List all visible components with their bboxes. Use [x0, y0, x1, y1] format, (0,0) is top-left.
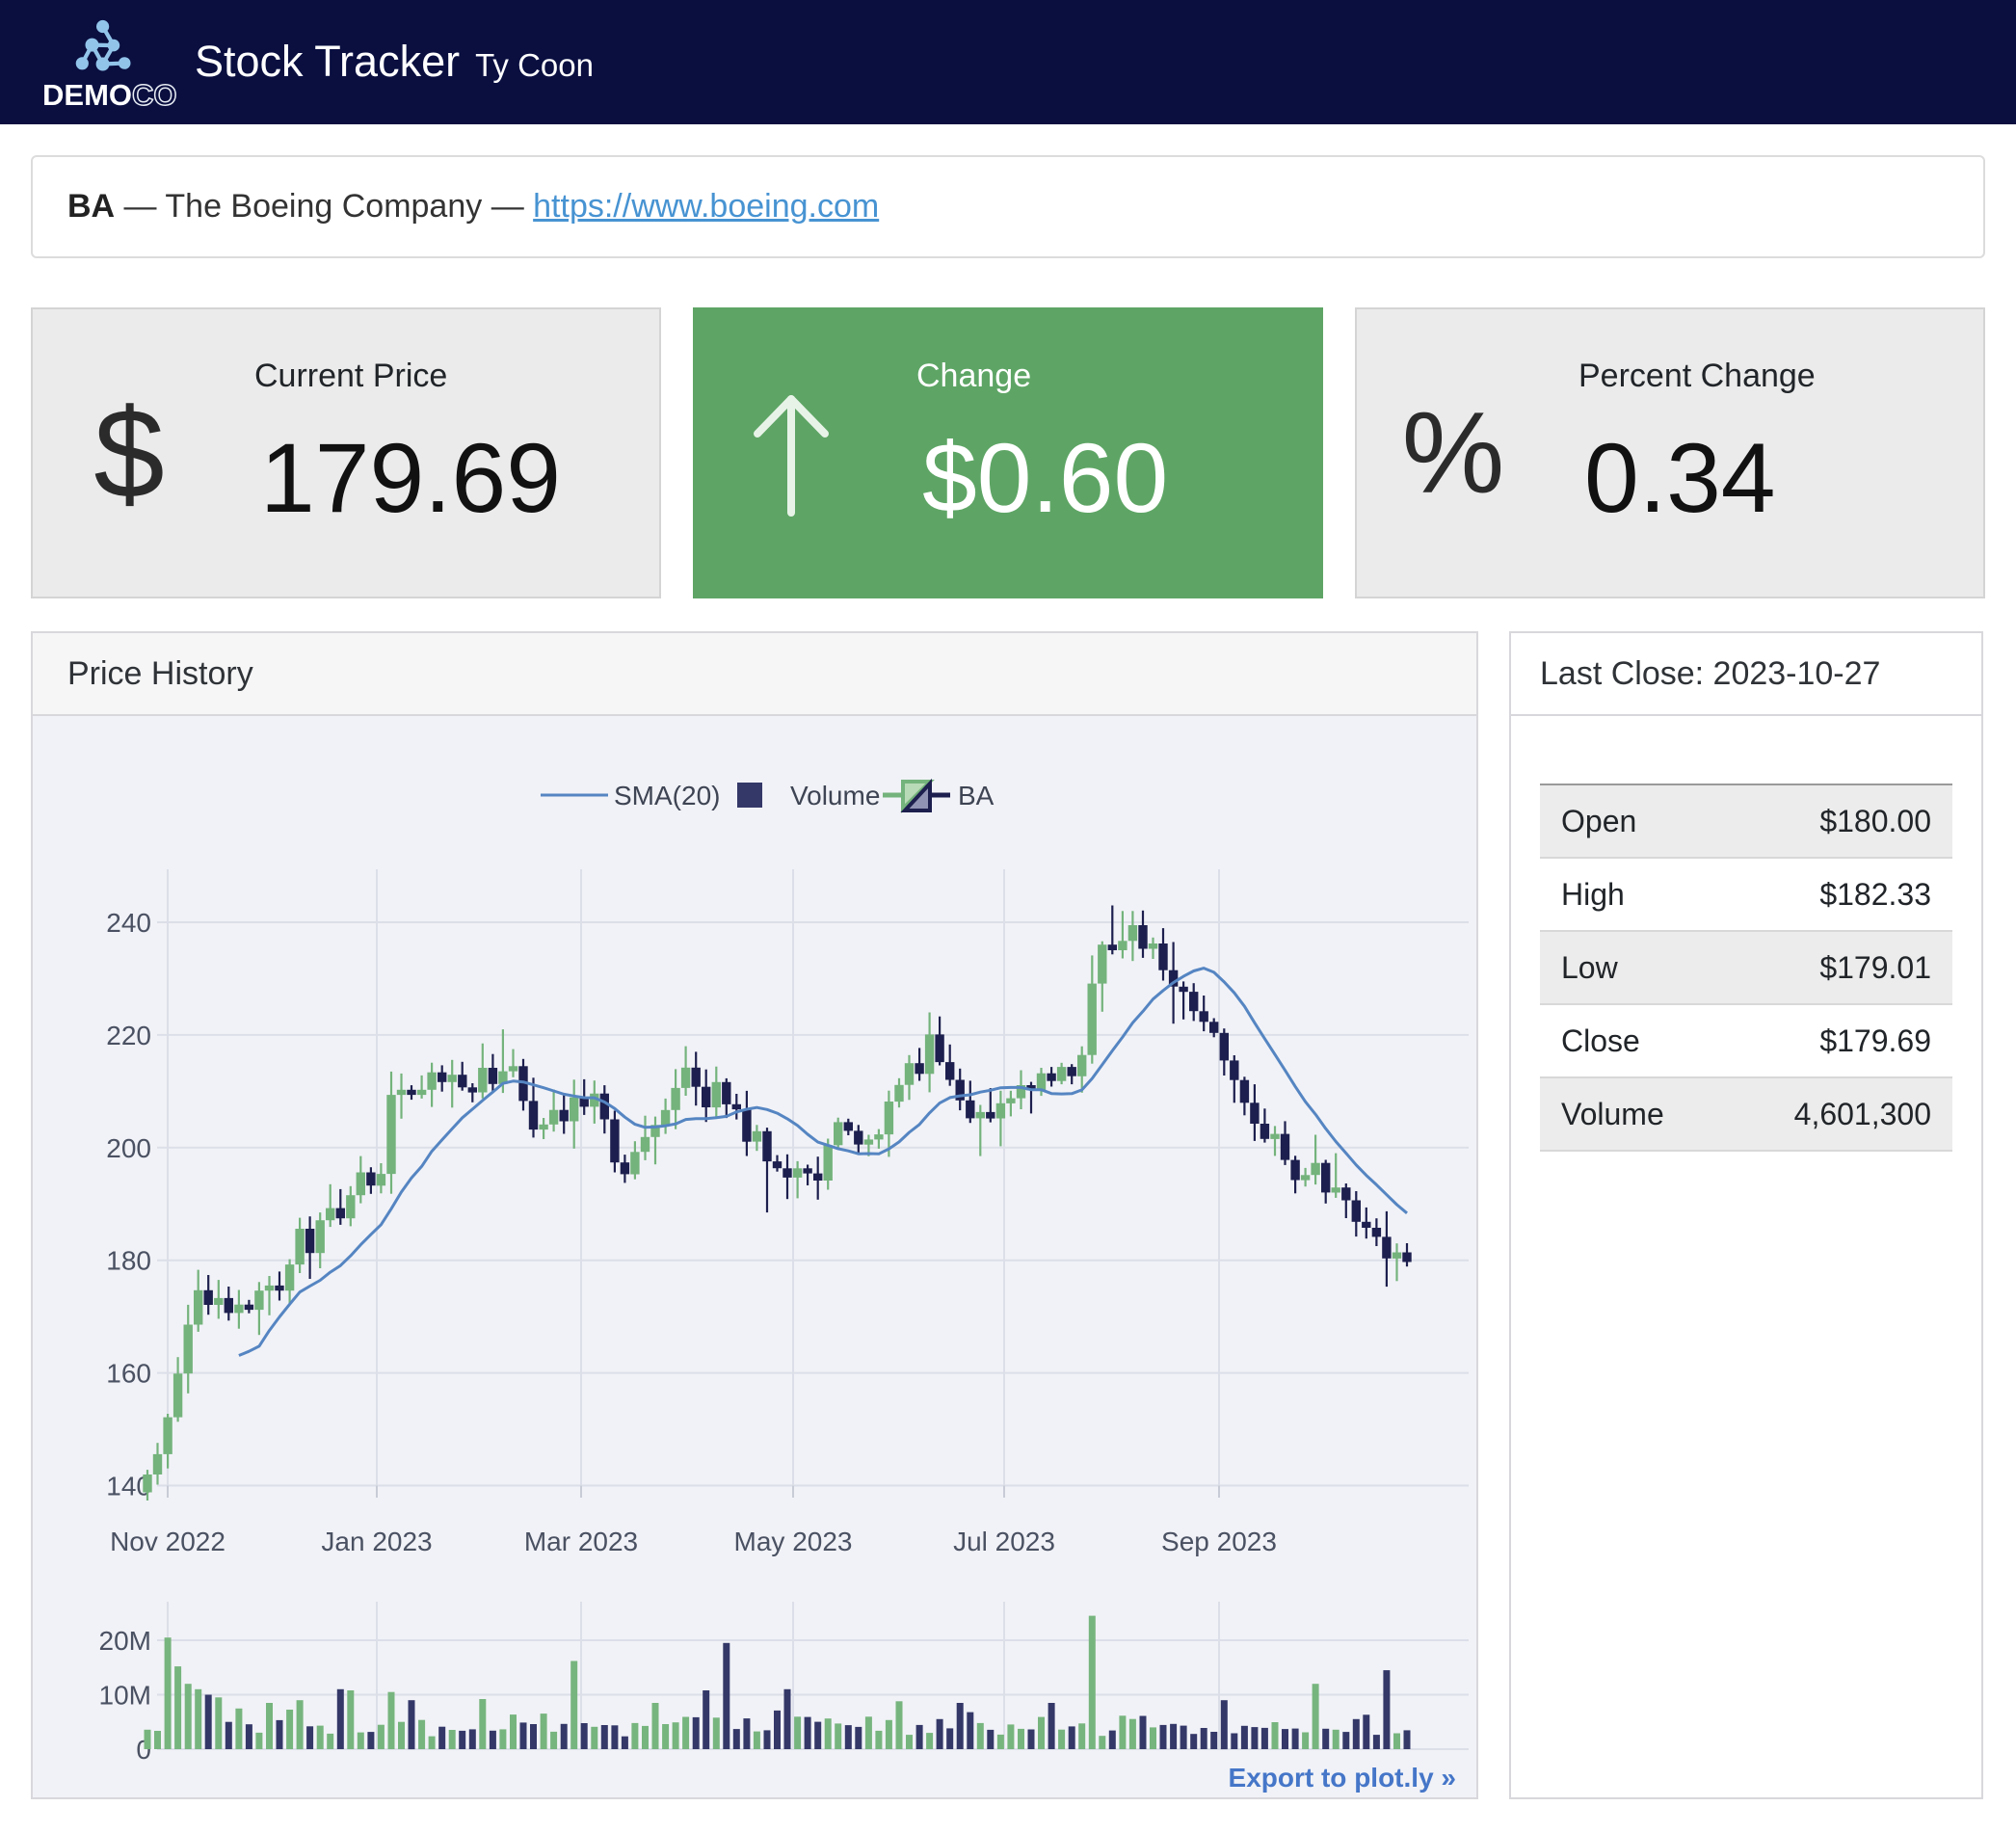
- svg-text:SMA(20): SMA(20): [614, 781, 720, 810]
- svg-text:Sep 2023: Sep 2023: [1161, 1527, 1277, 1556]
- svg-text:180: 180: [106, 1246, 151, 1276]
- svg-text:Mar 2023: Mar 2023: [524, 1527, 638, 1556]
- svg-text:May 2023: May 2023: [734, 1527, 853, 1556]
- svg-text:220: 220: [106, 1021, 151, 1050]
- svg-text:Nov 2022: Nov 2022: [110, 1527, 225, 1556]
- svg-text:Volume: Volume: [790, 781, 880, 810]
- svg-text:10M: 10M: [99, 1681, 151, 1711]
- svg-text:240: 240: [106, 908, 151, 938]
- svg-text:Jul 2023: Jul 2023: [953, 1527, 1055, 1556]
- svg-text:BA: BA: [958, 781, 995, 810]
- svg-text:200: 200: [106, 1133, 151, 1163]
- svg-text:Jan 2023: Jan 2023: [321, 1527, 432, 1556]
- svg-text:Export to plot.ly »: Export to plot.ly »: [1229, 1763, 1456, 1793]
- svg-text:20M: 20M: [99, 1626, 151, 1656]
- svg-text:160: 160: [106, 1359, 151, 1389]
